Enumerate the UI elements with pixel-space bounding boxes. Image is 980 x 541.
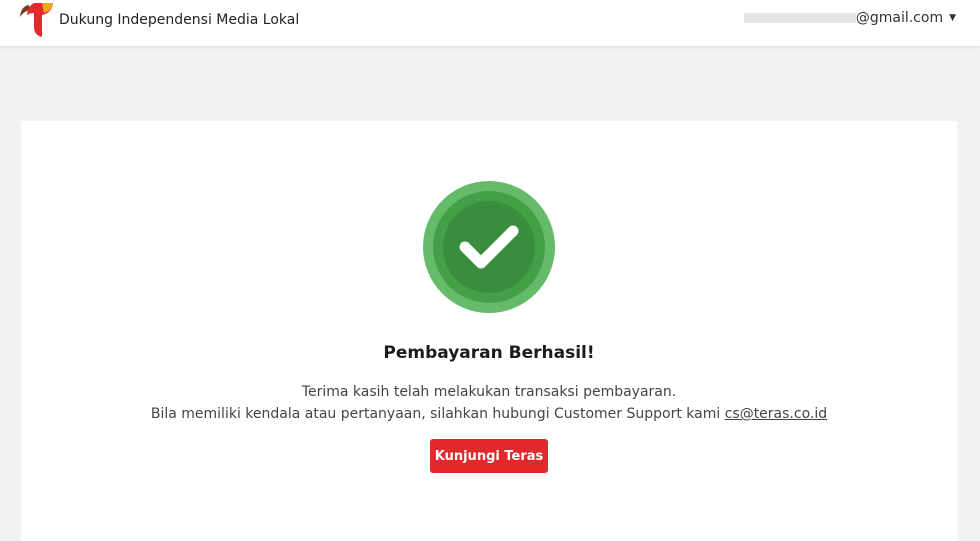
teras-logo-icon[interactable]	[20, 3, 54, 37]
caret-down-icon[interactable]: ▼	[949, 13, 956, 23]
account-email-domain: @gmail.com	[855, 10, 944, 26]
support-email-link[interactable]: cs@teras.co.id	[725, 406, 827, 422]
check-circle-icon	[423, 181, 555, 313]
brand-tagline: Dukung Independensi Media Lokal	[59, 12, 300, 28]
visit-teras-button[interactable]: Kunjungi Teras	[430, 439, 548, 473]
message-line-2-text: Bila memiliki kendala atau pertanyaan, s…	[150, 406, 725, 422]
top-navigation-bar: Dukung Independensi Media Lokal @gmail.c…	[0, 0, 980, 47]
success-message: Terima kasih telah melakukan transaksi p…	[21, 381, 957, 425]
message-line-1: Terima kasih telah melakukan transaksi p…	[301, 384, 677, 400]
page-title: Pembayaran Berhasil!	[383, 343, 595, 363]
message-line-2: Bila memiliki kendala atau pertanyaan, s…	[21, 403, 957, 425]
payment-result-card: Pembayaran Berhasil! Terima kasih telah …	[21, 121, 957, 541]
redacted-email-username	[743, 13, 856, 23]
account-menu[interactable]: @gmail.com ▼	[743, 10, 956, 26]
